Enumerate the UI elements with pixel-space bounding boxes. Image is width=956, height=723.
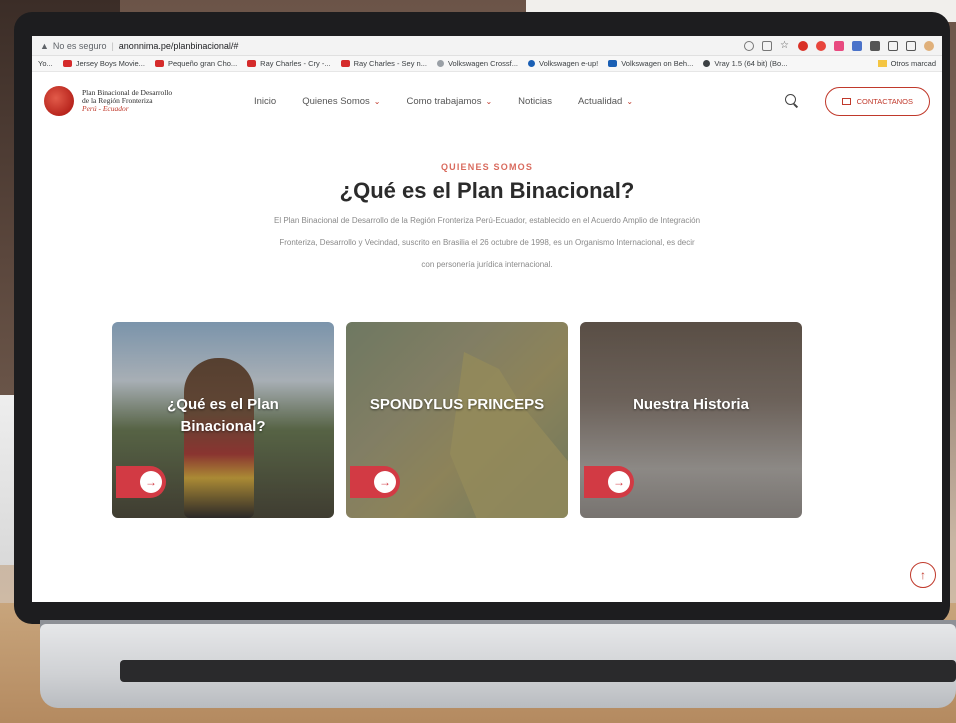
site-header: Plan Binacional de Desarrollo de la Regi… (32, 72, 942, 130)
globe-icon (528, 60, 535, 67)
header-actions: CONTACTANOS (784, 86, 930, 116)
nav-item-noticias[interactable]: Noticias (518, 96, 552, 107)
playlist-icon[interactable] (888, 40, 898, 51)
nav-item-como-trabajamos[interactable]: Como trabajamos ⌄ (406, 96, 492, 107)
main-nav: Inicio Quienes Somos ⌄ Como trabajamos ⌄… (254, 96, 633, 107)
page-title: ¿Qué es el Plan Binacional? (339, 178, 635, 203)
window-icon[interactable] (906, 40, 916, 51)
bookmarks-bar: Yo... Jersey Boys Movie... Pequeño gran … (32, 56, 942, 72)
nav-item-label: Inicio (254, 95, 277, 107)
warning-icon: ▲ (40, 40, 49, 51)
mail-icon (841, 97, 851, 105)
laptop-screen: ▲ No es seguro | anonnima.pe/planbinacio… (32, 36, 942, 602)
browser-address-bar[interactable]: ▲ No es seguro | anonnima.pe/planbinacio… (32, 36, 942, 56)
extension-icon-red[interactable] (798, 40, 808, 51)
nav-item-label: Como trabajamos (406, 95, 482, 107)
youtube-icon (154, 60, 164, 67)
behance-icon (608, 60, 618, 67)
other-bookmarks[interactable]: Otros marcad (877, 59, 936, 68)
bookmark-label: Volkswagen Crossf... (447, 59, 518, 68)
nav-item-actualidad[interactable]: Actualidad ⌄ (578, 96, 633, 107)
profile-icon[interactable] (924, 40, 934, 51)
extension-icon-pink[interactable] (834, 40, 844, 51)
globe-icon (436, 60, 444, 67)
bookmark-item[interactable]: Volkswagen on Beh... (608, 59, 693, 68)
folder-icon (877, 60, 887, 67)
youtube-icon (62, 60, 72, 67)
bookmark-item[interactable]: Jersey Boys Movie... (62, 59, 145, 68)
arrow-right-icon: → (140, 471, 162, 493)
bookmark-label: Jersey Boys Movie... (75, 59, 145, 68)
address-separator: | (111, 40, 114, 51)
bookmark-label: Volkswagen on Beh... (621, 59, 694, 68)
card-arrow-button[interactable]: → (350, 466, 400, 498)
browser-toolbar-icons: ☆ (744, 40, 934, 51)
card-title: SPONDYLUS PRINCEPS (369, 396, 545, 413)
security-label: No es seguro (52, 40, 107, 51)
card-spondylus[interactable]: SPONDYLUS PRINCEPS → (346, 322, 568, 518)
share-icon[interactable] (762, 40, 772, 51)
extension-icon-opera[interactable] (816, 40, 826, 51)
bookmark-item[interactable]: Ray Charles - Sey n... (340, 59, 427, 68)
youtube-icon (247, 60, 257, 67)
nav-item-label: Noticias (518, 95, 552, 107)
puzzle-icon[interactable] (870, 40, 880, 51)
bookmark-label: Yo... (38, 59, 53, 68)
nav-item-label: Quienes Somos (302, 95, 370, 107)
card-title: ¿Qué es el Plan Binacional? (167, 396, 279, 435)
contact-button[interactable]: CONTACTANOS (824, 86, 930, 116)
chevron-down-icon: ⌄ (626, 96, 634, 106)
logo-emblem-icon (44, 86, 74, 116)
other-bookmarks-label: Otros marcad (890, 59, 936, 68)
url-text[interactable]: anonnima.pe/planbinacional/# (119, 41, 239, 51)
arrow-up-icon: ↑ (920, 568, 926, 582)
globe-icon (703, 60, 711, 67)
arrow-right-icon: → (608, 471, 630, 493)
feature-cards: ¿Qué es el Plan Binacional? → SPONDYLUS … (112, 322, 802, 518)
card-que-es-plan[interactable]: ¿Qué es el Plan Binacional? → (112, 322, 334, 518)
bookmark-label: Volkswagen e-up! (539, 59, 599, 68)
contact-button-label: CONTACTANOS (856, 96, 913, 106)
scroll-to-top-button[interactable]: ↑ (910, 562, 936, 588)
youtube-icon (340, 60, 350, 67)
intro-section: QUIENES SOMOS ¿Qué es el Plan Binacional… (32, 130, 942, 276)
bookmark-item[interactable]: Ray Charles - Cry -... (247, 59, 331, 68)
bookmark-label: Vray 1.5 (64 bit) (Bo... (714, 59, 788, 68)
chevron-down-icon: ⌄ (373, 96, 381, 106)
star-icon[interactable]: ☆ (780, 40, 790, 51)
card-nuestra-historia[interactable]: Nuestra Historia → (580, 322, 802, 518)
nav-item-quienes-somos[interactable]: Quienes Somos ⌄ (302, 96, 380, 107)
logo-text: Plan Binacional de Desarrollo de la Regi… (82, 89, 172, 113)
site-logo[interactable]: Plan Binacional de Desarrollo de la Regi… (44, 86, 234, 116)
arrow-right-icon: → (374, 471, 396, 493)
nav-item-inicio[interactable]: Inicio (254, 96, 276, 107)
section-kicker: QUIENES SOMOS (440, 162, 534, 172)
card-title: Nuestra Historia (633, 396, 749, 413)
laptop-keyboard (120, 660, 956, 682)
bookmark-item[interactable]: Volkswagen Crossf... (436, 59, 518, 68)
chevron-down-icon: ⌄ (485, 96, 493, 106)
bookmark-item[interactable]: Vray 1.5 (64 bit) (Bo... (703, 59, 787, 68)
bookmark-item[interactable]: Pequeño gran Cho... (154, 59, 238, 68)
extension-icon-blue[interactable] (852, 40, 862, 51)
search-icon[interactable] (784, 94, 799, 108)
logo-line-3: Perú - Ecuador (82, 104, 129, 113)
intro-description: El Plan Binacional de Desarrollo de la R… (273, 216, 701, 269)
nav-item-label: Actualidad (577, 95, 623, 107)
bookmark-label: Ray Charles - Sey n... (353, 59, 427, 68)
bookmark-item[interactable]: Yo... (38, 59, 53, 68)
card-arrow-button[interactable]: → (116, 466, 166, 498)
bookmark-label: Pequeño gran Cho... (167, 59, 238, 68)
card-arrow-button[interactable]: → (584, 466, 634, 498)
bookmark-label: Ray Charles - Cry -... (260, 59, 331, 68)
zoom-icon[interactable] (744, 40, 754, 51)
bookmark-item[interactable]: Volkswagen e-up! (528, 59, 598, 68)
